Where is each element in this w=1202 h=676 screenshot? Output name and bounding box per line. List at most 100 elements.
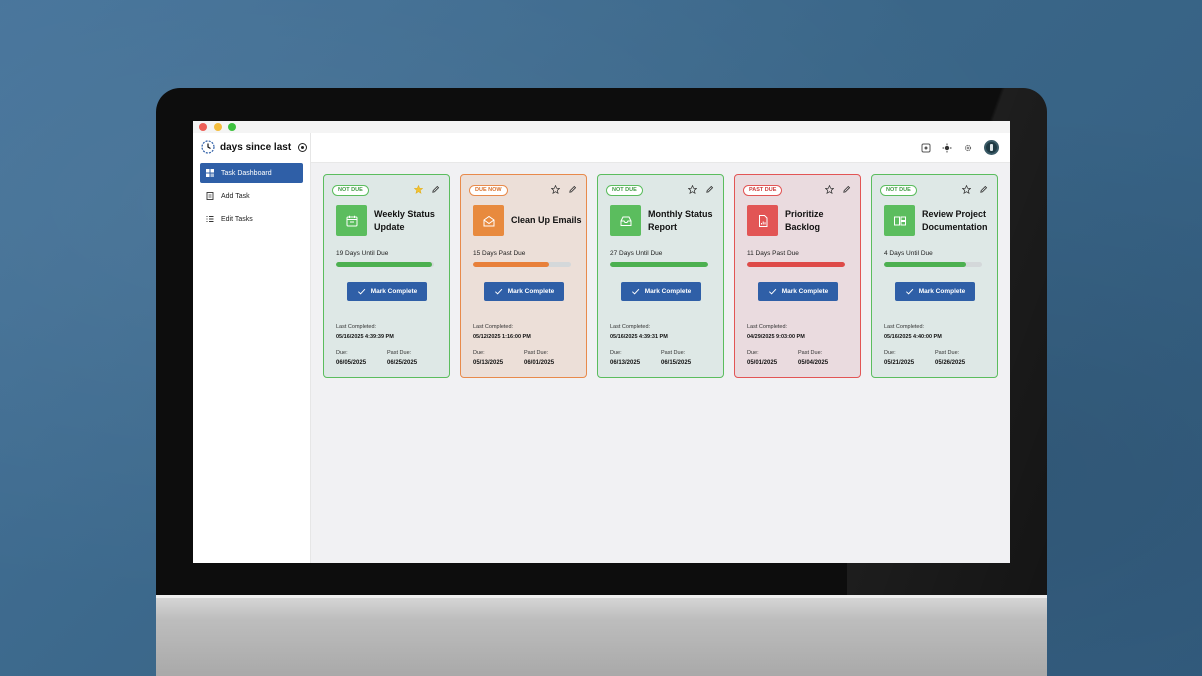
due-status-text: 19 Days Until Due [336,250,389,257]
progress-fill [610,262,708,267]
task-card: NOT DUE Weekly Status Update 19 Days Unt… [323,174,450,378]
task-title: Review Project Documentation [922,208,988,232]
task-card: PAST DUE Prioritize Backlog 11 Days Past… [734,174,861,378]
due-date: 06/05/2025 [336,360,367,366]
mark-complete-label: Mark Complete [781,288,829,295]
due-status-text: 4 Days Until Due [884,250,933,257]
edit-icon[interactable] [705,185,714,194]
sidebar-item-label: Task Dashboard [221,169,272,177]
calendar-icon [336,205,367,236]
maximize-window-button[interactable] [228,123,236,131]
progress-fill [747,262,845,267]
edit-icon[interactable] [568,185,577,194]
minimize-window-button[interactable] [214,123,222,131]
inbox-icon [610,205,641,236]
past-due-date: 06/25/2025 [387,360,418,366]
progress-bar [473,262,571,267]
edit-icon[interactable] [431,185,440,194]
check-icon [494,288,502,295]
sun-icon[interactable] [942,143,952,153]
sidebar-item-add-task[interactable]: Add Task [200,186,303,206]
task-card: DUE NOW Clean Up Emails 15 Days Past Due [460,174,587,378]
task-title: Clean Up Emails [511,215,582,225]
status-badge: NOT DUE [606,185,643,196]
due-date: 05/21/2025 [884,360,915,366]
last-completed-label: Last Completed: [610,324,651,330]
mark-complete-button[interactable]: Mark Complete [347,282,427,301]
report-icon [747,205,778,236]
progress-fill [473,262,550,267]
app-window: days since last Task Dashboard Add Task [193,121,1010,563]
status-badge: NOT DUE [880,185,917,196]
last-completed-value: 05/12/2025 1:16:00 PM [473,334,531,340]
past-due-date: 06/01/2025 [524,360,555,366]
task-title: Weekly Status Update [374,208,435,232]
due-label: Due: [747,350,759,356]
due-label: Due: [473,350,485,356]
avatar[interactable] [984,140,999,155]
past-due-date: 05/04/2025 [798,360,829,366]
last-completed-value: 05/16/2025 4:40:00 PM [884,334,942,340]
task-card-list: NOT DUE Weekly Status Update 19 Days Unt… [323,174,998,378]
settings-icon[interactable] [963,143,973,153]
sidebar-item-task-dashboard[interactable]: Task Dashboard [200,163,303,183]
progress-bar [336,262,434,267]
sidebar-item-label: Add Task [221,192,250,200]
mark-complete-button[interactable]: Mark Complete [758,282,838,301]
due-date: 05/13/2025 [473,360,504,366]
task-card: NOT DUE Review Project Documentation 4 D… [871,174,998,378]
edit-icon[interactable] [979,185,988,194]
progress-fill [336,262,433,267]
status-badge: NOT DUE [332,185,369,196]
check-icon [357,288,365,295]
last-completed-label: Last Completed: [473,324,514,330]
last-completed-value: 05/16/2025 4:39:39 PM [336,334,394,340]
star-outline-icon[interactable] [688,185,697,194]
past-due-date: 06/15/2025 [661,360,692,366]
monitor-stand [156,595,1047,676]
status-badge: DUE NOW [469,185,508,196]
check-icon [768,288,776,295]
envelope-icon [473,205,504,236]
last-completed-label: Last Completed: [336,324,377,330]
dashboard-icon [206,169,214,177]
clock-logo-icon [201,140,215,154]
star-outline-icon[interactable] [962,185,971,194]
edit-icon[interactable] [842,185,851,194]
mark-complete-label: Mark Complete [370,288,418,295]
due-status-text: 27 Days Until Due [610,250,663,257]
progress-fill [884,262,967,267]
status-badge: PAST DUE [743,185,783,196]
due-status-text: 15 Days Past Due [473,250,526,257]
mark-complete-button[interactable]: Mark Complete [484,282,564,301]
star-outline-icon[interactable] [825,185,834,194]
mark-complete-label: Mark Complete [918,288,966,295]
due-date: 06/13/2025 [610,360,641,366]
star-outline-icon[interactable] [551,185,560,194]
past-due-label: Past Due: [935,350,960,356]
task-title: Monthly Status Report [648,208,713,232]
past-due-label: Past Due: [661,350,686,356]
mark-complete-label: Mark Complete [507,288,555,295]
sidebar-item-label: Edit Tasks [221,215,253,223]
last-completed-value: 04/29/2025 9:03:00 PM [747,334,805,340]
add-circle-icon[interactable] [298,142,308,152]
due-label: Due: [884,350,896,356]
due-date: 05/01/2025 [747,360,778,366]
last-completed-value: 05/16/2025 4:39:31 PM [610,334,668,340]
star-icon[interactable] [414,185,423,194]
layout-icon [884,205,915,236]
mark-complete-button[interactable]: Mark Complete [621,282,701,301]
mark-complete-button[interactable]: Mark Complete [895,282,975,301]
close-window-button[interactable] [199,123,207,131]
grid-icon[interactable] [921,143,931,153]
sidebar-item-edit-tasks[interactable]: Edit Tasks [200,209,303,229]
topbar [311,133,1010,163]
check-icon [905,288,913,295]
past-due-label: Past Due: [798,350,823,356]
list-icon [206,216,214,222]
window-titlebar [193,121,1010,133]
app-title: days since last [220,141,292,153]
check-icon [631,288,639,295]
past-due-date: 05/26/2025 [935,360,966,366]
